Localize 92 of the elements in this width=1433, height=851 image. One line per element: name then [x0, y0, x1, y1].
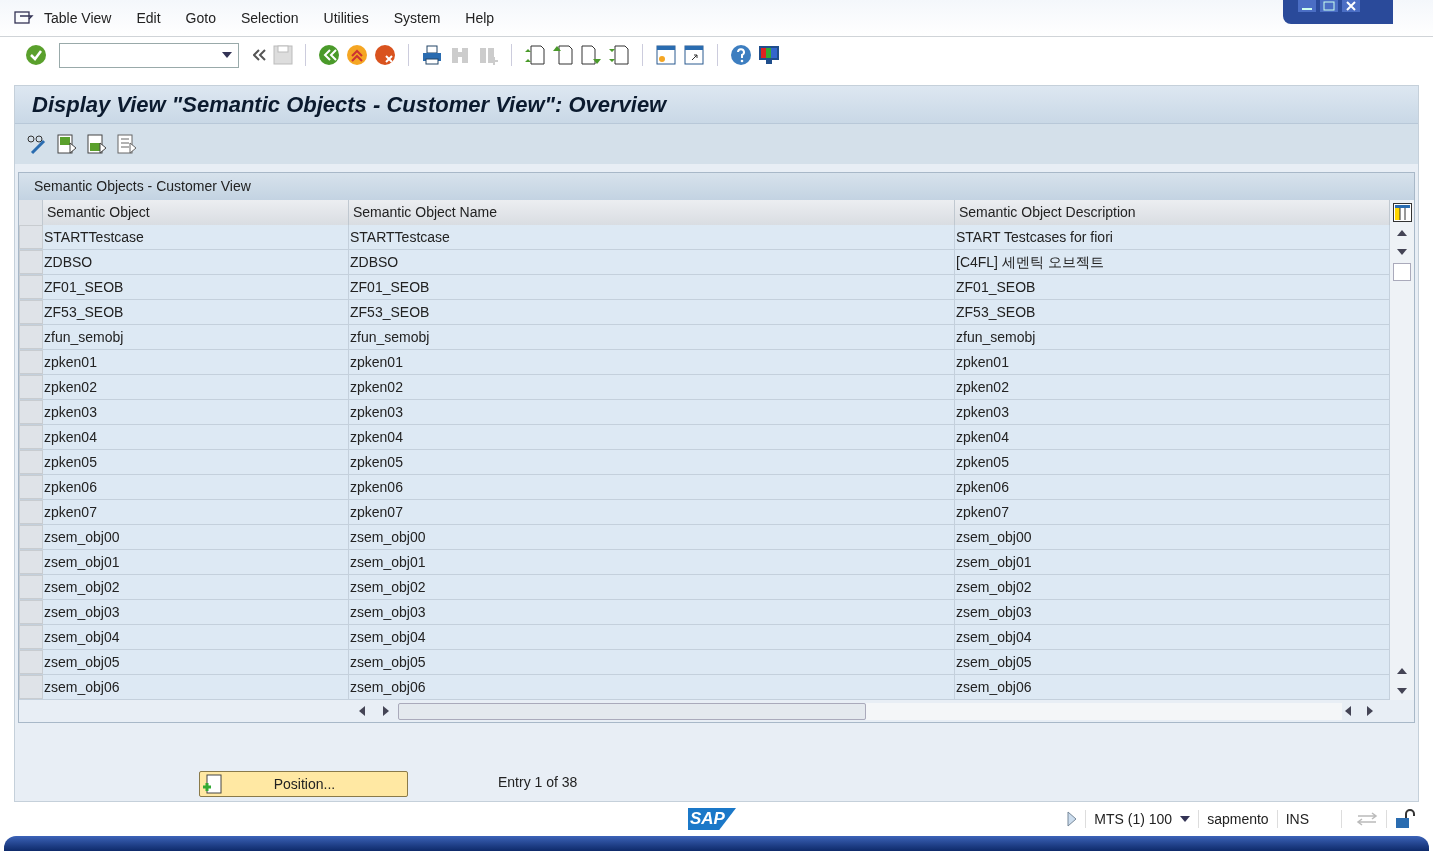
table-cell: ZF01_SEOB	[349, 275, 955, 299]
table-cell: zpken01	[349, 350, 955, 374]
table-cell: zsem_obj04	[43, 625, 349, 649]
menu-item[interactable]: Table View	[44, 7, 112, 29]
menu-icon[interactable]	[14, 11, 34, 25]
table-cell: zsem_obj02	[43, 575, 349, 599]
table-caption: Semantic Objects - Customer View	[34, 177, 251, 196]
exit-icon[interactable]	[346, 44, 368, 66]
print-icon[interactable]	[421, 44, 443, 66]
previous-page-icon[interactable]	[552, 44, 574, 66]
column-header[interactable]: Semantic Object	[43, 200, 349, 225]
menu-item[interactable]: Utilities	[323, 7, 369, 29]
entry-count: Entry 1 of 38	[498, 773, 578, 792]
table-cell: zpken06	[349, 475, 955, 499]
last-page-icon[interactable]	[608, 44, 630, 66]
menu-item[interactable]: Goto	[185, 7, 216, 29]
column-header[interactable]: Semantic Object Name	[349, 200, 955, 225]
table-cell: zpken07	[349, 500, 955, 524]
first-page-icon[interactable]	[524, 44, 546, 66]
scroll-up-icon[interactable]	[1397, 668, 1407, 674]
table-cell: zsem_obj04	[349, 625, 955, 649]
table-cell: zsem_obj01	[349, 550, 955, 574]
insert-mode: INS	[1285, 809, 1309, 829]
column-settings-icon[interactable]	[1392, 203, 1412, 222]
check-icon[interactable]	[25, 44, 47, 66]
scroll-down-icon[interactable]	[1397, 249, 1407, 255]
system-info: MTS (1) 100	[1094, 809, 1173, 829]
table-cell: zpken03	[349, 400, 955, 424]
table-cell: zpken01	[43, 350, 349, 374]
table-cell: zpken07	[43, 500, 349, 524]
table-cell: zpken06	[43, 475, 349, 499]
glasses-pencil-icon[interactable]	[26, 133, 48, 155]
transfer-icon[interactable]	[1356, 811, 1378, 827]
table-cell: STARTTestcase	[43, 225, 349, 249]
sap-logo: SAP	[688, 808, 736, 830]
menu-item[interactable]: Help	[465, 7, 495, 29]
table-cell: zfun_semobj	[43, 325, 349, 349]
help-icon[interactable]	[730, 44, 752, 66]
horizontal-scrollbar-thumb[interactable]	[398, 702, 866, 720]
table-cell: zsem_obj06	[349, 675, 955, 699]
double-chevron-icon[interactable]	[253, 49, 267, 61]
table-cell: zsem_obj03	[43, 600, 349, 624]
position-icon	[202, 774, 222, 794]
table-cell: ZF53_SEOB	[349, 300, 955, 324]
dropdown-icon[interactable]	[1180, 816, 1191, 822]
table-cell: zsem_obj02	[349, 575, 955, 599]
dropdown-icon	[222, 52, 232, 58]
table-export-icon[interactable]	[56, 133, 78, 155]
table-details-icon[interactable]	[116, 133, 138, 155]
table-cell: zsem_obj00	[43, 525, 349, 549]
table-cell: STARTTestcase	[349, 225, 955, 249]
table-cell: zpken03	[43, 400, 349, 424]
table-cell: zsem_obj05	[43, 650, 349, 674]
cancel-icon[interactable]	[374, 44, 396, 66]
back-icon[interactable]	[318, 44, 340, 66]
table-cell: zsem_obj00	[349, 525, 955, 549]
table-cell: zpken02	[43, 375, 349, 399]
column-header[interactable]: Semantic Object Description	[955, 200, 1390, 225]
position-button[interactable]: Position...	[199, 771, 408, 797]
table-cell: ZDBSO	[349, 250, 955, 274]
table-cell: zpken04	[349, 425, 955, 449]
table-cell: zsem_obj06	[43, 675, 349, 699]
maximize-icon[interactable]	[1319, 0, 1339, 12]
screen-title: Display View "Semantic Objects - Customer View": Overview	[32, 91, 667, 119]
menu-item[interactable]: Edit	[136, 7, 161, 29]
shortcut-icon[interactable]	[683, 44, 705, 66]
table-cell: zpken05	[43, 450, 349, 474]
expand-arrow-icon[interactable]	[1067, 811, 1078, 827]
table-cell: zsem_obj01	[43, 550, 349, 574]
unlocked-icon[interactable]	[1395, 809, 1417, 829]
command-field[interactable]	[59, 42, 239, 68]
minimize-icon[interactable]	[1297, 0, 1317, 12]
table-cell: zfun_semobj	[349, 325, 955, 349]
table-cell: zsem_obj03	[349, 600, 955, 624]
table-import-icon[interactable]	[86, 133, 108, 155]
new-session-icon[interactable]	[655, 44, 677, 66]
menu-item[interactable]: Selection	[240, 7, 299, 29]
server-name: sapmento	[1207, 809, 1269, 829]
table-cell: ZDBSO	[43, 250, 349, 274]
scrollbar-thumb[interactable]	[1393, 263, 1411, 281]
table-cell: zpken02	[349, 375, 955, 399]
table-cell: zpken04	[43, 425, 349, 449]
monitor-icon[interactable]	[758, 44, 780, 66]
menu-item[interactable]: System	[393, 7, 441, 29]
table-cell: zpken05	[349, 450, 955, 474]
next-page-icon[interactable]	[580, 44, 602, 66]
table-cell: ZF53_SEOB	[43, 300, 349, 324]
table-cell: ZF01_SEOB	[43, 275, 349, 299]
close-icon[interactable]	[1341, 0, 1361, 12]
table-cell: zsem_obj05	[349, 650, 955, 674]
scroll-down-icon[interactable]	[1397, 688, 1407, 694]
scroll-up-icon[interactable]	[1397, 230, 1407, 236]
